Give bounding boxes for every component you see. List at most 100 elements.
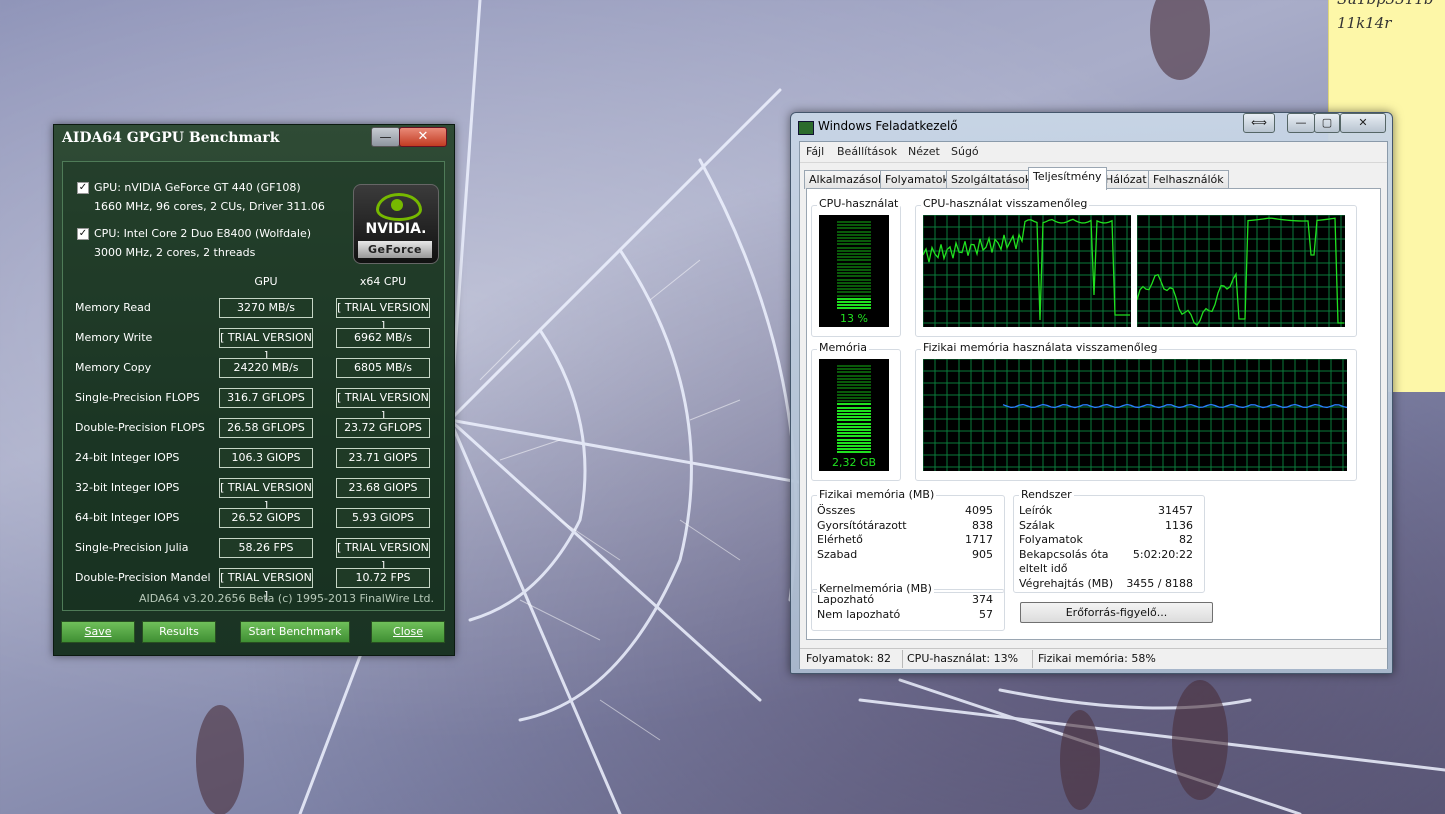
cpu-meter-segment bbox=[837, 259, 871, 262]
menu-file[interactable]: Fájl bbox=[806, 145, 824, 158]
maximize-icon: ▢ bbox=[1321, 116, 1333, 129]
stat-value: 1136 bbox=[1165, 518, 1193, 532]
gpu-checkbox[interactable]: ✓ bbox=[77, 182, 89, 194]
tab-performance[interactable]: Teljesítmény bbox=[1028, 167, 1107, 190]
memory-meter-segment bbox=[837, 419, 871, 422]
gpu-name: GPU: nVIDIA GeForce GT 440 (GF108) bbox=[94, 181, 301, 194]
memory-history-graph bbox=[923, 359, 1347, 471]
gpu-result-value: [ TRIAL VERSION ] bbox=[219, 328, 313, 362]
status-bar: Folyamatok: 82 CPU-használat: 13% Fizika… bbox=[800, 648, 1387, 669]
stat-value: 3455 / 8188 bbox=[1126, 576, 1193, 590]
memory-meter-segment bbox=[837, 384, 871, 387]
status-memory: Fizikai memória: 58% bbox=[1038, 652, 1156, 665]
gpu-result-value: [ TRIAL VERSION ] bbox=[219, 478, 313, 512]
cpu-details: 3000 MHz, 2 cores, 2 threads bbox=[94, 246, 256, 259]
minimize-button[interactable]: — bbox=[371, 127, 400, 147]
gpu-result-value: 24220 MB/s bbox=[219, 358, 313, 378]
menu-view[interactable]: Nézet bbox=[908, 145, 940, 158]
memory-meter-segment bbox=[837, 409, 871, 412]
memory-meter-segment bbox=[837, 397, 871, 399]
stat-value: 4095 bbox=[965, 504, 993, 517]
benchmark-panel: ✓ GPU: nVIDIA GeForce GT 440 (GF108) 166… bbox=[62, 161, 445, 611]
cpu-meter-segment bbox=[837, 278, 871, 281]
stat-label: Folyamatok bbox=[1019, 533, 1083, 546]
tab-networking[interactable]: Hálózat bbox=[1100, 170, 1152, 189]
memory-meter-segment bbox=[837, 448, 871, 451]
menu-options[interactable]: Beállítások bbox=[837, 145, 897, 158]
cpu-meter-segment bbox=[837, 272, 871, 275]
memory-meter-segment bbox=[837, 416, 871, 419]
memory-meter-segment bbox=[837, 438, 871, 441]
save-button[interactable]: Save bbox=[61, 621, 135, 643]
stat-value: 374 bbox=[972, 593, 993, 606]
cpu-result-value: 23.68 GIOPS bbox=[336, 478, 430, 498]
start-benchmark-button[interactable]: Start Benchmark bbox=[240, 621, 350, 643]
memory-meter-segment bbox=[837, 371, 871, 374]
status-processes: Folyamatok: 82 bbox=[806, 652, 892, 665]
cpu-meter-segment bbox=[837, 281, 871, 284]
cpu-core-1-trace bbox=[923, 218, 1130, 321]
memory-meter-segment bbox=[837, 406, 871, 409]
stat-value: 31457 bbox=[1158, 504, 1193, 517]
gpu-result-value: 3270 MB/s bbox=[219, 298, 313, 318]
memory-meter-segment bbox=[837, 429, 871, 431]
tab-users[interactable]: Felhasználók bbox=[1148, 170, 1229, 189]
close-icon: ✕ bbox=[417, 129, 429, 144]
close-icon: ✕ bbox=[1358, 116, 1368, 129]
cpu-meter-segment bbox=[837, 249, 871, 252]
cpu-meter-segment bbox=[837, 256, 871, 259]
maximize-button[interactable]: ▢ bbox=[1314, 113, 1340, 133]
results-button[interactable]: Results bbox=[142, 621, 216, 643]
title-bar[interactable]: AIDA64 GPGPU Benchmark — ✕ bbox=[54, 125, 454, 153]
close-window-button[interactable]: ✕ bbox=[399, 127, 447, 147]
memory-meter-segment bbox=[837, 387, 871, 390]
tab-applications[interactable]: Alkalmazások bbox=[804, 170, 890, 189]
cpu-meter-segment bbox=[837, 253, 871, 255]
resource-monitor-button[interactable]: Erőforrás-figyelő... bbox=[1020, 602, 1213, 623]
cpu-result-value: [ TRIAL VERSION ] bbox=[336, 388, 430, 422]
cpu-meter-segment bbox=[837, 291, 871, 294]
memory-meter-segment bbox=[837, 377, 871, 380]
cpu-meter-segment bbox=[837, 262, 871, 265]
physical-memory-title: Fizikai memória (MB) bbox=[817, 488, 937, 501]
aida64-window: AIDA64 GPGPU Benchmark — ✕ ✓ GPU: nVIDIA… bbox=[53, 124, 455, 656]
task-manager-window: Windows Feladatkezelő ⟺ — ▢ ✕ Fájl Beáll… bbox=[790, 112, 1393, 674]
close-button[interactable]: Close bbox=[371, 621, 445, 643]
stat-value: 5:02:20:22 bbox=[1132, 547, 1193, 561]
memory-meter-segment bbox=[837, 374, 871, 377]
stat-label: Összes bbox=[817, 504, 856, 517]
minimize-button[interactable]: — bbox=[1287, 113, 1315, 133]
menu-help[interactable]: Súgó bbox=[951, 145, 979, 158]
cpu-meter-segment bbox=[837, 224, 871, 227]
save-button-label: Save bbox=[84, 625, 112, 638]
tab-services[interactable]: Szolgáltatások bbox=[946, 170, 1037, 189]
close-window-button[interactable]: ✕ bbox=[1340, 113, 1386, 133]
benchmark-label: Double-Precision FLOPS bbox=[75, 421, 205, 434]
minimize-icon: — bbox=[379, 130, 392, 144]
cpu-result-value: 5.93 GIOPS bbox=[336, 508, 430, 528]
memory-meter-segment bbox=[837, 422, 871, 425]
cpu-meter-segment bbox=[837, 304, 871, 307]
memory-meter-segment bbox=[837, 393, 871, 396]
nvidia-geforce-logo: NVIDIA. GeForce bbox=[353, 184, 439, 264]
benchmark-label: 32-bit Integer IOPS bbox=[75, 481, 180, 494]
task-manager-icon bbox=[798, 121, 814, 135]
menu-bar: Fájl Beállítások Nézet Súgó bbox=[800, 142, 1387, 163]
stat-label: Végrehajtás (MB) bbox=[1019, 576, 1114, 590]
cpu-history-title: CPU-használat visszamenőleg bbox=[921, 197, 1090, 210]
memory-meter-segment bbox=[837, 445, 871, 447]
stat-value: 82 bbox=[1179, 533, 1193, 546]
tab-processes[interactable]: Folyamatok bbox=[880, 170, 954, 189]
cpu-checkbox[interactable]: ✓ bbox=[77, 228, 89, 240]
resize-button[interactable]: ⟺ bbox=[1243, 113, 1275, 133]
cpu-meter-segment bbox=[837, 221, 871, 223]
arrows-horizontal-icon: ⟺ bbox=[1251, 116, 1267, 129]
cpu-name: CPU: Intel Core 2 Duo E8400 (Wolfdale) bbox=[94, 227, 311, 240]
stat-label: Szabad bbox=[817, 547, 858, 561]
benchmark-label: Memory Read bbox=[75, 301, 151, 314]
cpu-core-2-trace bbox=[1137, 217, 1344, 326]
cpu-meter-segment bbox=[837, 301, 871, 303]
stat-label: eltelt idő bbox=[1019, 562, 1068, 575]
cpu-result-value: 6962 MB/s bbox=[336, 328, 430, 348]
memory-meter-segment bbox=[837, 365, 871, 367]
